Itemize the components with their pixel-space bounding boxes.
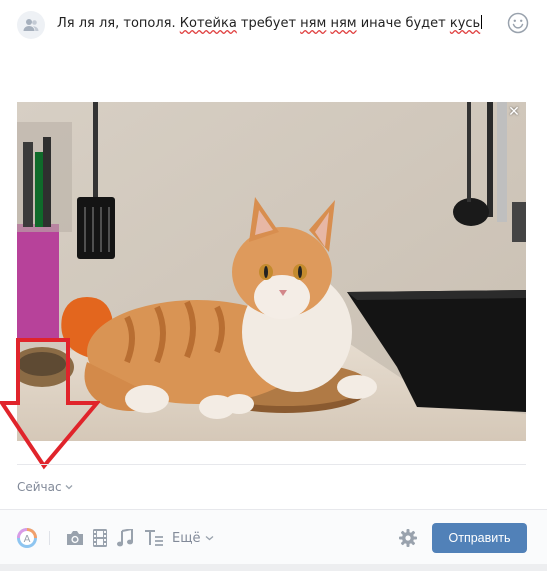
more-label: Ещё bbox=[172, 530, 201, 546]
camera-icon[interactable] bbox=[65, 527, 85, 549]
more-menu-button[interactable]: Ещё bbox=[172, 527, 214, 549]
smiley-icon[interactable] bbox=[507, 12, 529, 34]
chevron-down-icon bbox=[206, 536, 214, 541]
send-button[interactable]: Отправить bbox=[432, 523, 527, 553]
film-icon[interactable] bbox=[93, 527, 107, 549]
music-note-icon[interactable] bbox=[117, 527, 133, 549]
gear-icon[interactable] bbox=[399, 527, 417, 549]
rainbow-a-icon[interactable]: A bbox=[16, 527, 38, 549]
divider bbox=[17, 464, 526, 465]
publish-time-select[interactable]: Сейчас bbox=[17, 480, 73, 494]
toolbar-separator bbox=[49, 531, 50, 545]
text-format-icon[interactable] bbox=[144, 527, 164, 549]
page-background-strip bbox=[0, 564, 547, 571]
composer-toolbar: A Ещё Отправить bbox=[0, 509, 547, 565]
svg-text:A: A bbox=[24, 534, 31, 545]
post-composer: Ля ля ля, тополя. Котейка требует ням ня… bbox=[0, 0, 547, 571]
chevron-down-icon bbox=[65, 485, 73, 490]
cat-photo bbox=[17, 102, 526, 441]
post-text-segment: требует bbox=[236, 16, 301, 31]
misspelled-word: Котейка bbox=[179, 16, 237, 31]
post-text-segment: иначе будет bbox=[356, 16, 450, 31]
attached-photo[interactable]: ✕ bbox=[17, 102, 526, 441]
misspelled-word: кусь bbox=[449, 16, 481, 31]
post-text-field[interactable]: Ля ля ля, тополя. Котейка требует ням ня… bbox=[57, 15, 483, 33]
misspelled-word: ням bbox=[330, 16, 357, 31]
post-text-segment: Ля ля ля, тополя. bbox=[57, 16, 180, 31]
people-icon[interactable] bbox=[17, 11, 45, 39]
text-caret bbox=[481, 15, 483, 29]
close-icon[interactable]: ✕ bbox=[506, 104, 522, 120]
publish-time-label: Сейчас bbox=[17, 480, 62, 494]
misspelled-word: ням bbox=[300, 16, 327, 31]
